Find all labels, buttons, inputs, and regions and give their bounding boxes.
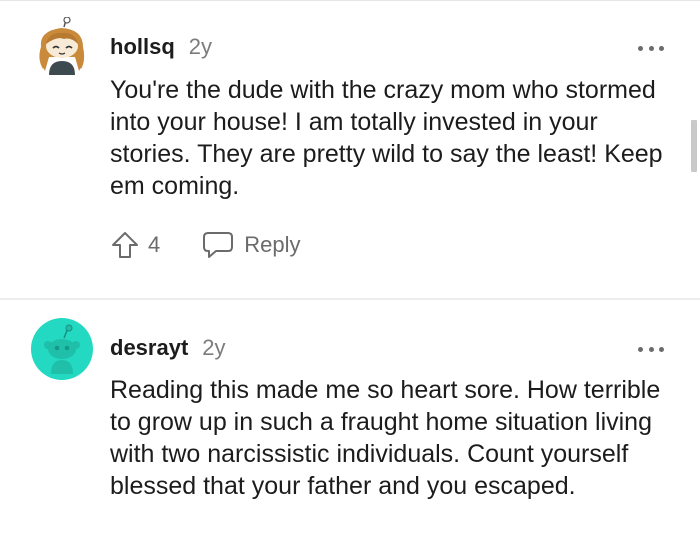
comment-meta: desrayt 2y: [110, 335, 226, 365]
comment-actions: 4 Reply: [110, 228, 301, 262]
reply-button[interactable]: Reply: [202, 231, 301, 259]
comment: desrayt 2y Reading this made me so heart…: [0, 300, 700, 557]
comment-age: 2y: [188, 34, 213, 59]
comment: hollsq 2y You're the dude with the crazy…: [0, 0, 700, 298]
comment-age: 2y: [202, 335, 226, 360]
user-avatar[interactable]: [31, 318, 93, 380]
snoo-avatar-hair-icon: [39, 16, 85, 75]
reply-bubble-icon: [203, 232, 234, 258]
upvote-control[interactable]: 4: [110, 230, 160, 260]
comment-body: You're the dude with the crazy mom who s…: [110, 76, 663, 200]
username[interactable]: desrayt: [110, 335, 188, 361]
user-avatar[interactable]: [31, 16, 93, 79]
comment-body: Reading this made me so heart sore. How …: [110, 376, 661, 500]
reply-label: Reply: [244, 232, 301, 257]
more-options-icon[interactable]: [638, 344, 664, 354]
more-options-icon[interactable]: [638, 43, 664, 53]
upvote-arrow-icon[interactable]: [110, 230, 140, 260]
scrollbar-thumb[interactable]: [691, 120, 697, 172]
username[interactable]: hollsq: [110, 34, 175, 60]
snoo-avatar-icon: [31, 318, 93, 380]
upvote-count: 4: [148, 232, 161, 257]
comment-meta: hollsq 2y: [110, 34, 212, 64]
